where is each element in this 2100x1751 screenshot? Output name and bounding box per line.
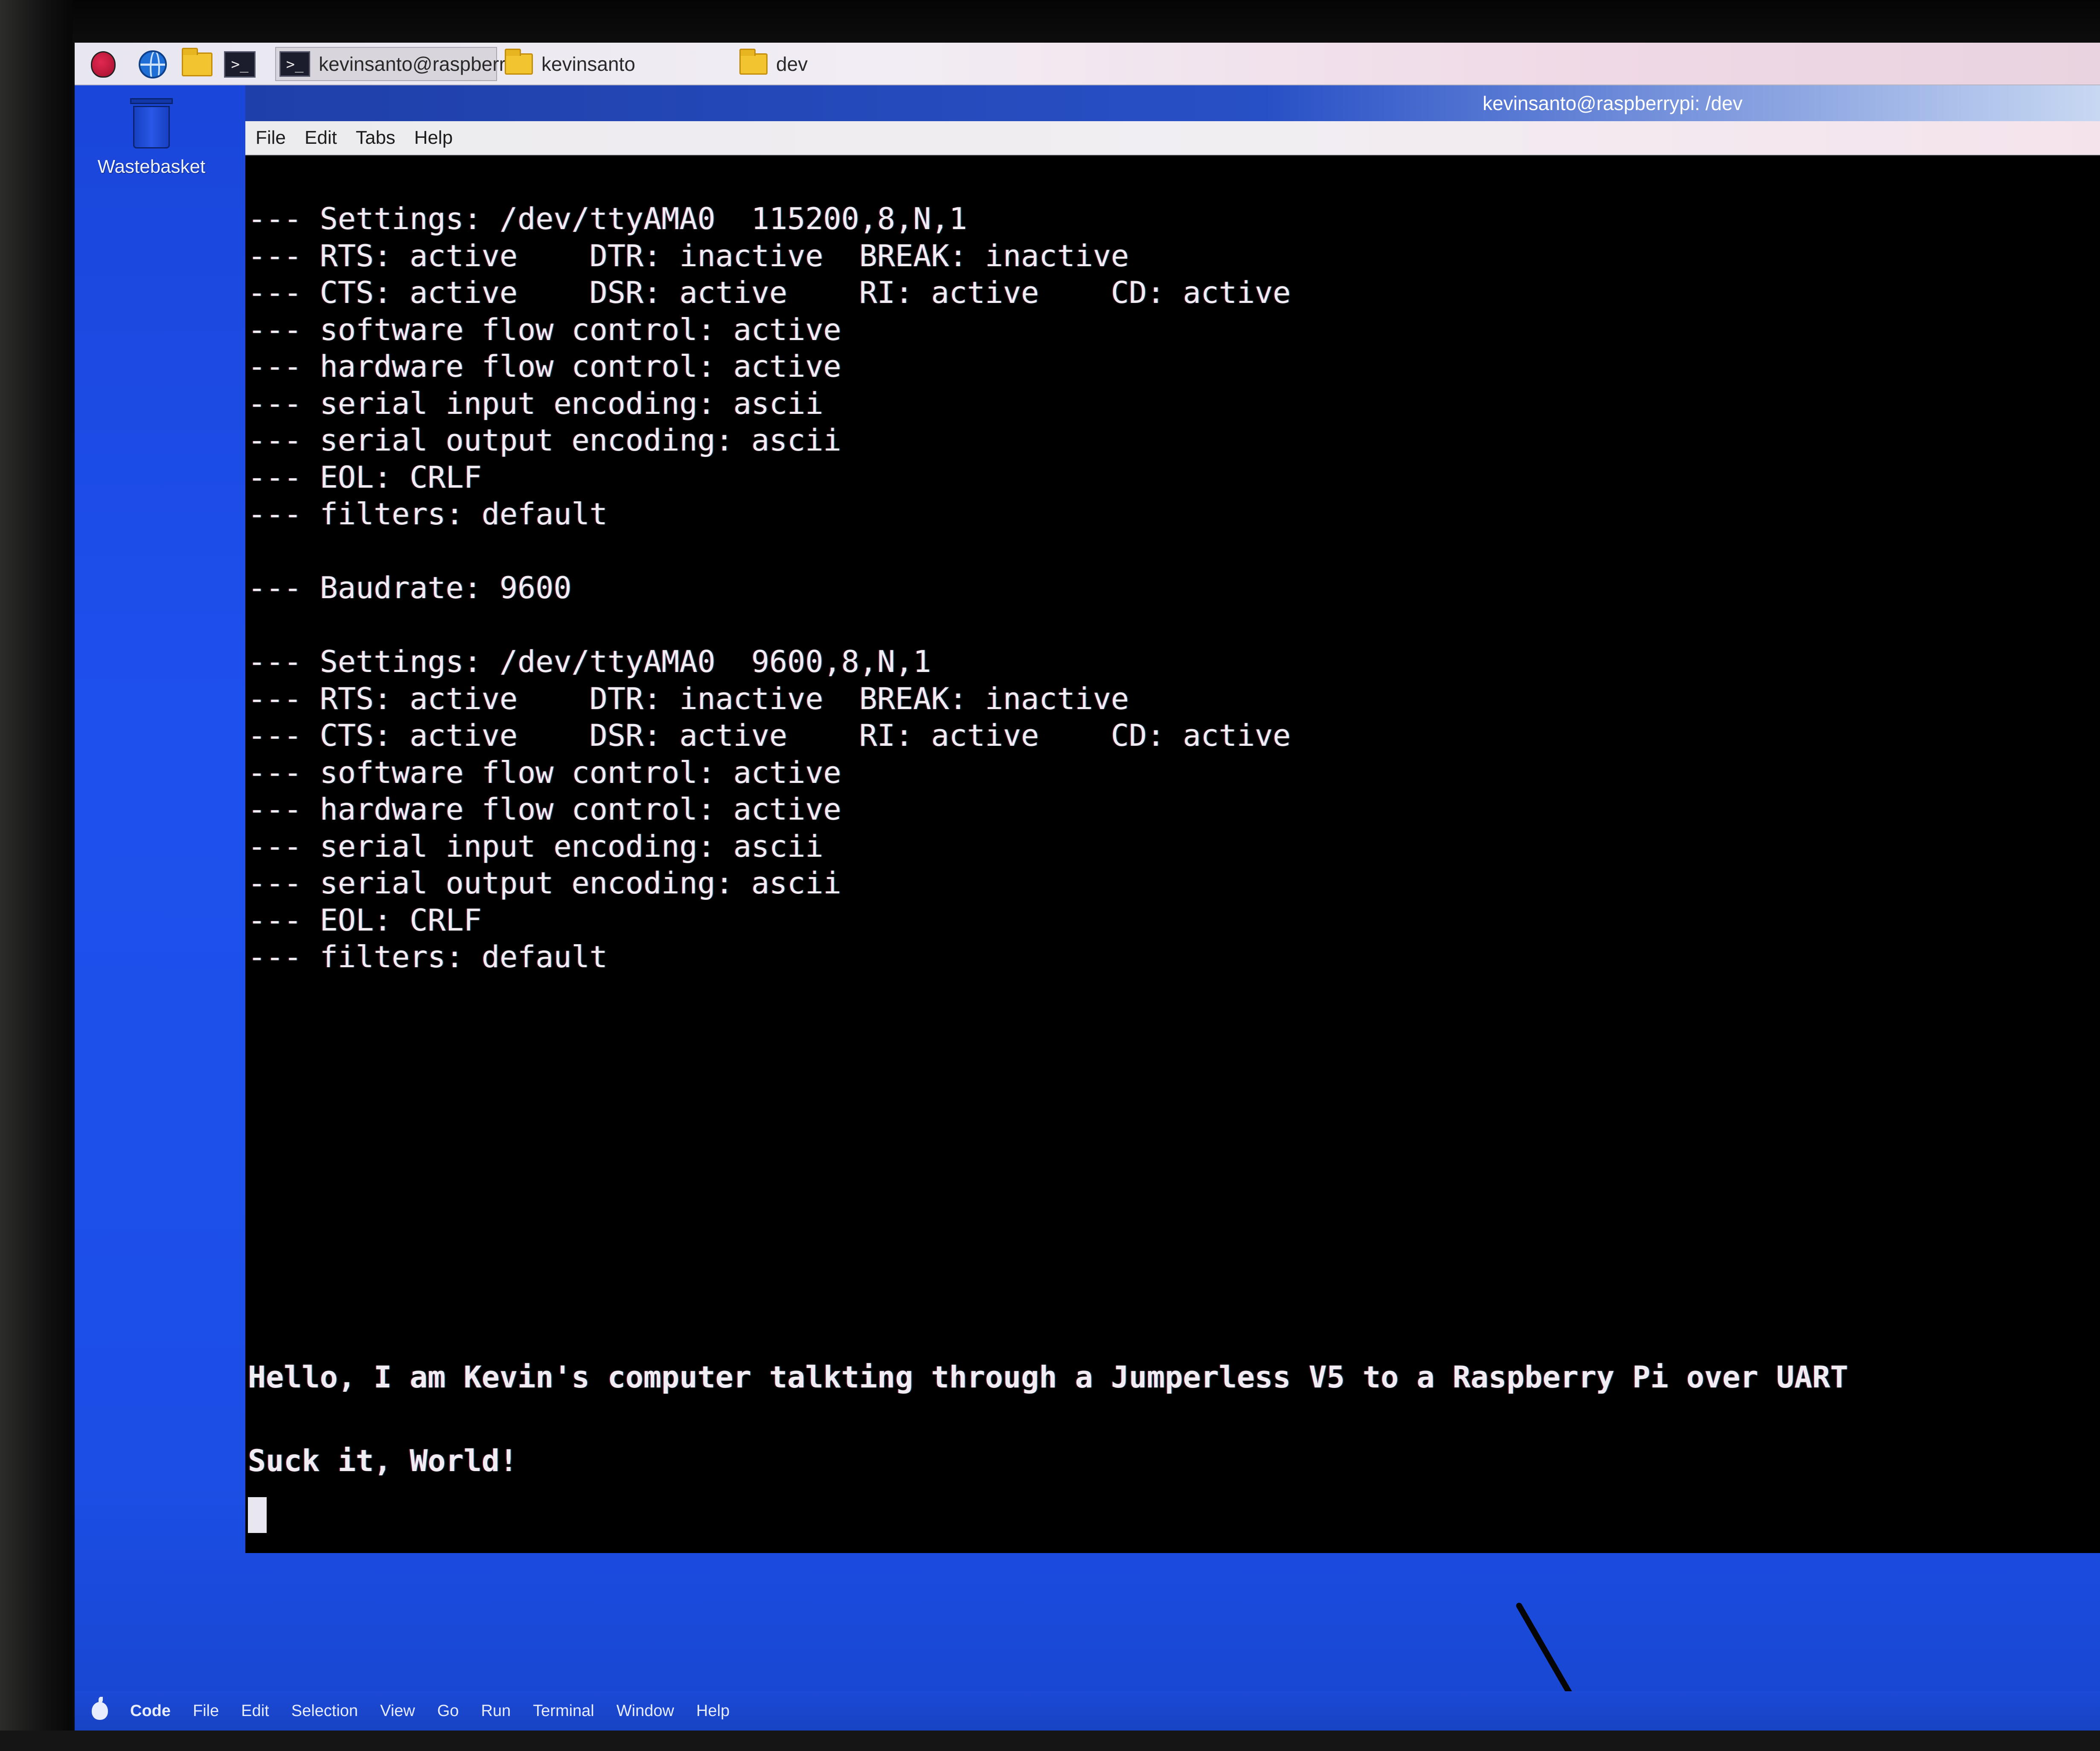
mac-menu-window[interactable]: Window xyxy=(617,1702,674,1720)
output-line: --- EOL: CRLF xyxy=(248,902,482,938)
folder-icon xyxy=(505,49,533,75)
folder-icon xyxy=(739,49,768,75)
raspberry-menu-icon[interactable] xyxy=(87,49,119,80)
terminal-window[interactable]: kevinsanto@raspberrypi: /dev File Edit T… xyxy=(245,85,2100,1553)
output-line: --- CTS: active DSR: active RI: active C… xyxy=(248,718,1291,753)
mac-menu-bar: Code File Edit Selection View Go Run Ter… xyxy=(75,1691,2100,1731)
mac-menu-help[interactable]: Help xyxy=(696,1702,730,1720)
desktop-icon-label: Wastebasket xyxy=(97,156,206,177)
cable-reflection xyxy=(1515,1601,1576,1701)
taskbar-item-kevinsanto[interactable]: kevinsanto xyxy=(501,47,681,81)
window-title: kevinsanto@raspberrypi: /dev xyxy=(245,85,2100,121)
terminal-output[interactable]: --- Settings: /dev/ttyAMA0 115200,8,N,1 … xyxy=(245,155,2100,1553)
output-line: --- RTS: active DTR: inactive BREAK: ina… xyxy=(248,238,1129,273)
menu-bar: File Edit Tabs Help xyxy=(245,121,2100,155)
output-line: --- hardware flow control: active xyxy=(248,349,841,384)
output-line: --- RTS: active DTR: inactive BREAK: ina… xyxy=(248,681,1129,716)
taskbar-item-label: dev xyxy=(776,53,808,75)
output-line: --- serial input encoding: ascii xyxy=(248,829,823,864)
monitor-bezel-top xyxy=(0,0,2100,43)
output-line: --- Baudrate: 9600 xyxy=(248,570,572,605)
output-line: --- serial output encoding: ascii xyxy=(248,423,841,458)
mac-menu-file[interactable]: File xyxy=(193,1702,219,1720)
web-browser-icon[interactable] xyxy=(137,49,169,80)
menu-edit[interactable]: Edit xyxy=(305,127,337,148)
taskbar-item-terminal[interactable]: >_ kevinsanto@raspberr... xyxy=(275,47,521,81)
received-message: Suck it, World! xyxy=(248,1443,518,1478)
file-manager-icon[interactable] xyxy=(181,48,213,80)
mac-menu-go[interactable]: Go xyxy=(437,1702,459,1720)
taskbar-item-label: kevinsanto xyxy=(541,53,635,75)
terminal-launcher-icon[interactable]: >_ xyxy=(224,49,256,80)
mac-menu-app[interactable]: Code xyxy=(130,1702,171,1720)
output-line: --- filters: default xyxy=(248,939,608,974)
mac-menu-run[interactable]: Run xyxy=(481,1702,511,1720)
output-line: --- serial input encoding: ascii xyxy=(248,386,823,421)
output-line: --- software flow control: active xyxy=(248,755,841,790)
received-message: Hello, I am Kevin's computer talkting th… xyxy=(248,1359,1848,1395)
mac-menu-view[interactable]: View xyxy=(380,1702,415,1720)
desktop-icon-wastebasket[interactable]: Wastebasket xyxy=(87,98,215,177)
menu-help[interactable]: Help xyxy=(414,127,453,148)
output-line: --- CTS: active DSR: active RI: active C… xyxy=(248,275,1291,310)
taskbar-item-label: kevinsanto@raspberr... xyxy=(319,53,521,75)
terminal-icon: >_ xyxy=(279,51,310,77)
text-cursor xyxy=(248,1489,2100,1535)
monitor-bezel-bottom xyxy=(0,1731,2100,1751)
desktop: >_ >_ kevinsanto@raspberr... kevinsanto … xyxy=(75,43,2100,1731)
mac-menu-selection[interactable]: Selection xyxy=(291,1702,358,1720)
apple-icon[interactable] xyxy=(92,1697,108,1720)
menu-file[interactable]: File xyxy=(256,127,286,148)
taskbar-item-dev[interactable]: dev xyxy=(736,47,915,81)
trash-icon xyxy=(128,98,175,149)
output-line: --- EOL: CRLF xyxy=(248,460,482,495)
output-line: --- hardware flow control: active xyxy=(248,792,841,827)
output-line: --- serial output encoding: ascii xyxy=(248,866,841,901)
output-line: --- Settings: /dev/ttyAMA0 115200,8,N,1 xyxy=(248,201,967,236)
mac-menu-edit[interactable]: Edit xyxy=(241,1702,269,1720)
output-line: --- software flow control: active xyxy=(248,312,841,347)
mac-menu-terminal[interactable]: Terminal xyxy=(533,1702,594,1720)
output-line: --- filters: default xyxy=(248,497,608,532)
output-line: --- Settings: /dev/ttyAMA0 9600,8,N,1 xyxy=(248,644,931,679)
blank-space xyxy=(248,976,2100,1321)
monitor-bezel-left xyxy=(0,0,73,1751)
top-panel: >_ >_ kevinsanto@raspberr... kevinsanto … xyxy=(75,43,2100,85)
menu-tabs[interactable]: Tabs xyxy=(356,127,396,148)
